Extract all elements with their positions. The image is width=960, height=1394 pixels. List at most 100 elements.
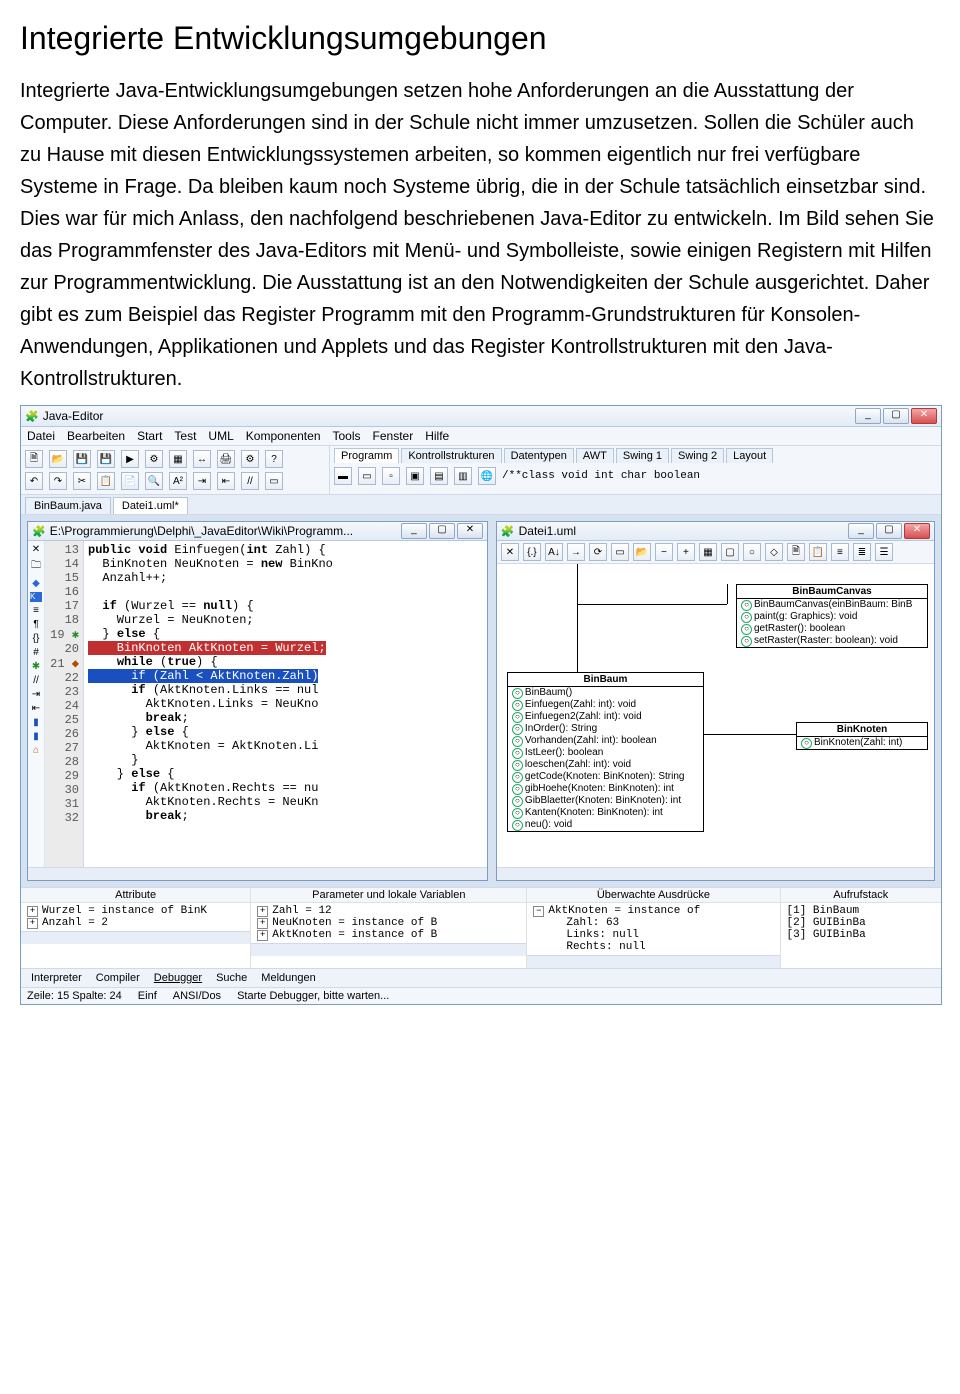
panel-params-scroll[interactable] — [251, 943, 526, 956]
uml-refresh-icon[interactable]: ⟳ — [589, 543, 607, 561]
menu-datei[interactable]: Datei — [27, 429, 55, 443]
menu-fenster[interactable]: Fenster — [373, 429, 414, 443]
uml-close-button[interactable]: ✕ — [904, 523, 930, 539]
code-min-button[interactable]: _ — [401, 523, 427, 539]
uml-class-binbaumcanvas[interactable]: BinBaumCanvas ○BinBaumCanvas(einBinBaum:… — [736, 584, 928, 648]
key-gutter-icon[interactable]: K — [30, 592, 42, 602]
code-max-button[interactable]: ▢ — [429, 523, 455, 539]
uml-close-icon[interactable]: ✕ — [501, 543, 519, 561]
tab-layout[interactable]: Layout — [726, 448, 773, 463]
bottom-tab-debugger[interactable]: Debugger — [150, 971, 206, 985]
tab-programm[interactable]: Programm — [334, 448, 399, 463]
menu-test[interactable]: Test — [174, 429, 196, 443]
uml-open-icon[interactable]: 📂 — [633, 543, 651, 561]
uml-braces-icon[interactable]: {.} — [523, 543, 541, 561]
outdent-gutter-icon[interactable]: ⇤ — [32, 703, 40, 714]
uml-circle-icon[interactable]: ○ — [743, 543, 761, 561]
bottom-tab-compiler[interactable]: Compiler — [92, 971, 144, 985]
uml-newclass-icon[interactable]: ▭ — [611, 543, 629, 561]
help-icon[interactable]: ? — [265, 450, 283, 468]
box-icon[interactable]: ▭ — [265, 472, 283, 490]
panel-watch-scroll[interactable] — [527, 955, 779, 968]
paste-icon[interactable]: 📄 — [121, 472, 139, 490]
code-close-button[interactable]: ✕ — [457, 523, 483, 539]
uml-hscroll[interactable] — [497, 867, 934, 880]
menu-komponenten[interactable]: Komponenten — [246, 429, 321, 443]
menu-uml[interactable]: UML — [208, 429, 233, 443]
d1-gutter-icon[interactable]: ▮ — [33, 717, 39, 728]
template-frame-icon[interactable]: ▭ — [358, 467, 376, 485]
bottom-tab-meldungen[interactable]: Meldungen — [257, 971, 319, 985]
save-icon[interactable]: 💾 — [73, 450, 91, 468]
indent-gutter-icon[interactable]: ⇥ — [32, 689, 40, 700]
uml-class-binknoten[interactable]: BinKnoten ○BinKnoten(Zahl: int) — [796, 722, 928, 750]
run-icon[interactable]: ▶ — [121, 450, 139, 468]
undo-icon[interactable]: ↶ — [25, 472, 43, 490]
menu-bearbeiten[interactable]: Bearbeiten — [67, 429, 125, 443]
panel-attr-scroll[interactable] — [21, 931, 250, 944]
uml-arrow-icon[interactable]: → — [567, 543, 585, 561]
bottom-tab-suche[interactable]: Suche — [212, 971, 251, 985]
list-gutter-icon[interactable]: ≡ — [33, 605, 39, 616]
hash-gutter-icon[interactable]: # — [33, 647, 39, 658]
search-icon[interactable]: 🔍 — [145, 472, 163, 490]
close-button[interactable]: ✕ — [911, 408, 937, 424]
menu-hilfe[interactable]: Hilfe — [425, 429, 449, 443]
bottom-tab-interpreter[interactable]: Interpreter — [27, 971, 86, 985]
uml-bars-icon[interactable]: ☰ — [875, 543, 893, 561]
open-icon[interactable]: 📂 — [49, 450, 67, 468]
code-area[interactable]: public void Einfuegen(int Zahl) { BinKno… — [84, 541, 487, 867]
uml-align2-icon[interactable]: ≣ — [853, 543, 871, 561]
braces-gutter-icon[interactable]: {} — [33, 633, 40, 644]
cut-icon[interactable]: ✂ — [73, 472, 91, 490]
saveall-icon[interactable]: 💾 — [97, 450, 115, 468]
comment-icon[interactable]: // — [241, 472, 259, 490]
class-gutter-icon[interactable]: ◆ — [32, 578, 40, 589]
tab-swing2[interactable]: Swing 2 — [671, 448, 724, 463]
menu-start[interactable]: Start — [137, 429, 162, 443]
uml-assoc-icon[interactable]: ↔ — [193, 450, 211, 468]
tab-swing1[interactable]: Swing 1 — [616, 448, 669, 463]
uml-max-button[interactable]: ▢ — [876, 523, 902, 539]
maximize-button[interactable]: ▢ — [883, 408, 909, 424]
uml-plus-icon[interactable]: + — [677, 543, 695, 561]
uml-align1-icon[interactable]: ≡ — [831, 543, 849, 561]
uml-diamond-icon[interactable]: ◇ — [765, 543, 783, 561]
template-japplet-icon[interactable]: 🌐 — [478, 467, 496, 485]
font-icon[interactable]: A² — [169, 472, 187, 490]
compile-icon[interactable]: ⚙ — [145, 450, 163, 468]
template-jdialog-icon[interactable]: ▥ — [454, 467, 472, 485]
folder-gutter-icon[interactable]: 🗀 — [31, 558, 41, 575]
template-applet-icon[interactable]: ▣ — [406, 467, 424, 485]
code-hscroll[interactable] — [28, 867, 487, 880]
uml-grid-icon[interactable]: ▦ — [699, 543, 717, 561]
pilcrow-gutter-icon[interactable]: ¶ — [33, 619, 38, 630]
tab-datentypen[interactable]: Datentypen — [504, 448, 574, 463]
tab-awt[interactable]: AWT — [576, 448, 614, 463]
uml-copy-icon[interactable]: 📋 — [809, 543, 827, 561]
config-icon[interactable]: ⚙ — [241, 450, 259, 468]
new-file-icon[interactable]: 🗎 — [25, 450, 43, 468]
bug-gutter-icon[interactable]: ✱ — [32, 661, 40, 672]
template-dialog-icon[interactable]: ▫ — [382, 467, 400, 485]
template-jframe-icon[interactable]: ▤ — [430, 467, 448, 485]
print-icon[interactable]: 🖨 — [217, 450, 235, 468]
uml-doc-icon[interactable]: 🗎 — [787, 543, 805, 561]
minimize-button[interactable]: _ — [855, 408, 881, 424]
close-gutter-icon[interactable]: ✕ — [32, 544, 40, 555]
comment-gutter-icon[interactable]: // — [33, 675, 39, 686]
menu-tools[interactable]: Tools — [333, 429, 361, 443]
file-tab-binbaum[interactable]: BinBaum.java — [25, 497, 111, 514]
d2-gutter-icon[interactable]: ▮ — [33, 731, 39, 742]
template-console-icon[interactable]: ▬ — [334, 467, 352, 485]
uml-class-binbaum[interactable]: BinBaum ○BinBaum()○Einfuegen(Zahl: int):… — [507, 672, 704, 832]
uml-minus-icon[interactable]: − — [655, 543, 673, 561]
tab-kontrollstrukturen[interactable]: Kontrollstrukturen — [401, 448, 501, 463]
uml-min-button[interactable]: _ — [848, 523, 874, 539]
redo-icon[interactable]: ↷ — [49, 472, 67, 490]
uml-square-icon[interactable]: ▢ — [721, 543, 739, 561]
uml-class-icon[interactable]: ▦ — [169, 450, 187, 468]
indent-icon[interactable]: ⇥ — [193, 472, 211, 490]
outdent-icon[interactable]: ⇤ — [217, 472, 235, 490]
struct-gutter-icon[interactable]: ⌂ — [33, 745, 39, 756]
